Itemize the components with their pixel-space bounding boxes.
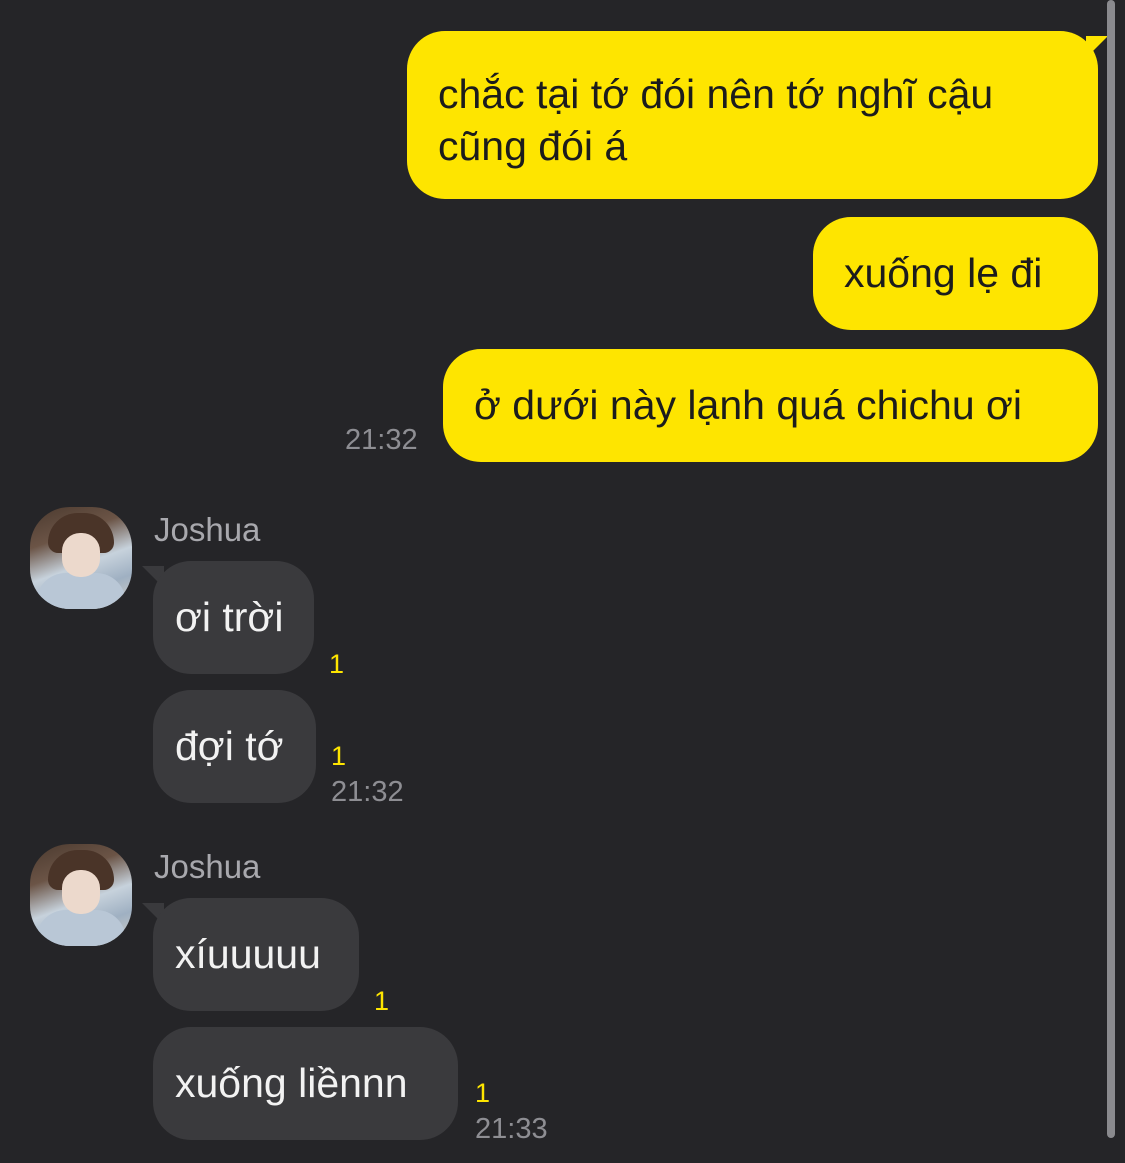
- unread-count: 1: [329, 649, 345, 679]
- received-message[interactable]: xíuuuuu: [153, 898, 359, 1011]
- timestamp: 21:32: [345, 424, 418, 456]
- sender-avatar[interactable]: [30, 844, 132, 946]
- received-message-text: đợi tớ: [175, 723, 284, 769]
- sent-message[interactable]: ở dưới này lạnh quá chichu ơi: [443, 349, 1098, 462]
- chat-area[interactable]: chắc tại tớ đói nên tớ nghĩ cậu cũng đói…: [0, 0, 1125, 1163]
- received-message[interactable]: ơi trời: [153, 561, 314, 674]
- received-message[interactable]: xuống liềnnn: [153, 1027, 458, 1140]
- timestamp: 21:33: [475, 1113, 548, 1145]
- timestamp: 21:32: [331, 776, 404, 808]
- sent-message-text: ở dưới này lạnh quá chichu ơi: [474, 382, 1023, 428]
- sender-avatar[interactable]: [30, 507, 132, 609]
- sent-message-text: xuống lẹ đi: [844, 250, 1043, 296]
- scrollbar[interactable]: [1107, 0, 1115, 1138]
- sent-message[interactable]: chắc tại tớ đói nên tớ nghĩ cậu cũng đói…: [407, 31, 1098, 199]
- unread-count: 1: [331, 741, 347, 771]
- unread-count: 1: [374, 986, 390, 1016]
- sender-name: Joshua: [154, 511, 261, 548]
- unread-count: 1: [475, 1078, 491, 1108]
- received-message[interactable]: đợi tớ: [153, 690, 316, 803]
- sent-message[interactable]: xuống lẹ đi: [813, 217, 1098, 330]
- sent-message-line: chắc tại tớ đói nên tớ nghĩ cậu: [438, 71, 994, 117]
- sender-name: Joshua: [154, 848, 261, 885]
- received-message-text: xuống liềnnn: [175, 1060, 408, 1106]
- received-message-text: xíuuuuu: [175, 931, 321, 977]
- sent-message-line: cũng đói á: [438, 123, 628, 169]
- received-message-text: ơi trời: [175, 594, 284, 640]
